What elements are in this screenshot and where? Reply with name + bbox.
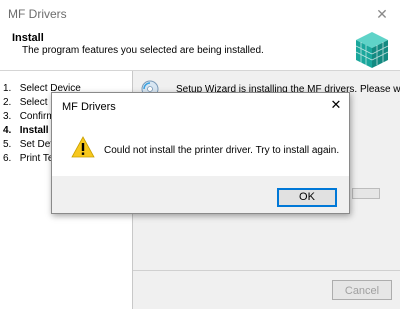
header-title: Install xyxy=(12,32,44,44)
progress-bar xyxy=(352,188,380,199)
warning-icon xyxy=(71,136,95,158)
dialog-close-icon[interactable]: ✕ xyxy=(328,97,344,113)
dialog-message: Could not install the printer driver. Tr… xyxy=(104,145,340,156)
title-bar: MF Drivers ✕ xyxy=(0,0,400,28)
step-4: 4. Install xyxy=(3,125,49,136)
dialog-title: MF Drivers xyxy=(62,101,116,113)
cancel-button[interactable]: Cancel xyxy=(332,280,392,300)
close-icon[interactable]: ✕ xyxy=(372,5,392,23)
header-subtitle: The program features you selected are be… xyxy=(22,45,264,56)
window-title: MF Drivers xyxy=(8,7,67,21)
wizard-header: Install The program features you selecte… xyxy=(0,28,400,71)
step-2: 2. Select D xyxy=(3,97,58,108)
ok-button[interactable]: OK xyxy=(277,188,337,207)
installer-logo-icon xyxy=(355,32,389,68)
footer-divider xyxy=(133,270,400,271)
